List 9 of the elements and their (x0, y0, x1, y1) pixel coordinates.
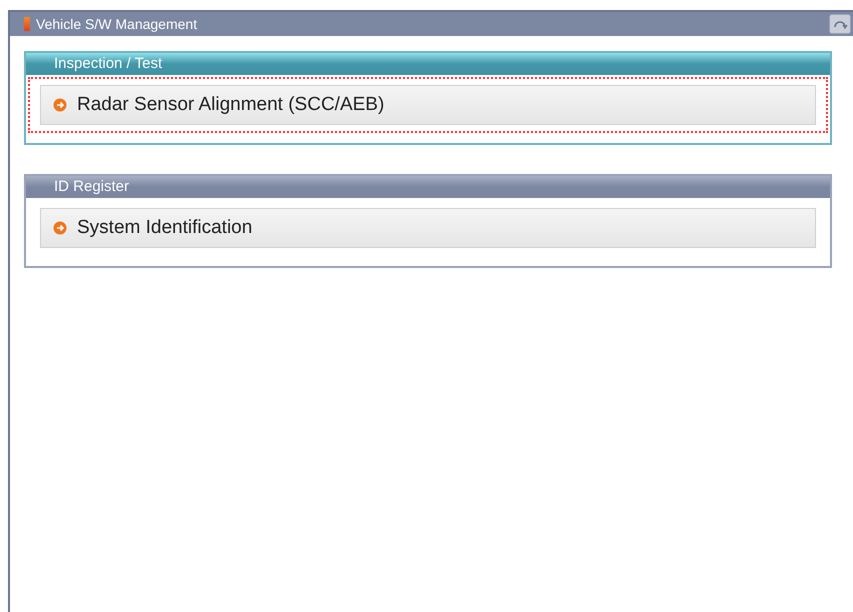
arrow-bullet-icon (53, 221, 67, 235)
arrow-bullet-icon (53, 98, 67, 112)
title-marker-icon (24, 17, 30, 31)
window-title: Vehicle S/W Management (36, 14, 198, 34)
section-title: Inspection / Test (54, 54, 162, 74)
section-title: ID Register (54, 176, 130, 197)
menu-item[interactable]: System Identification (40, 208, 816, 248)
menu-item[interactable]: Radar Sensor Alignment (SCC/AEB) (40, 85, 816, 125)
retry-button[interactable] (829, 14, 851, 34)
